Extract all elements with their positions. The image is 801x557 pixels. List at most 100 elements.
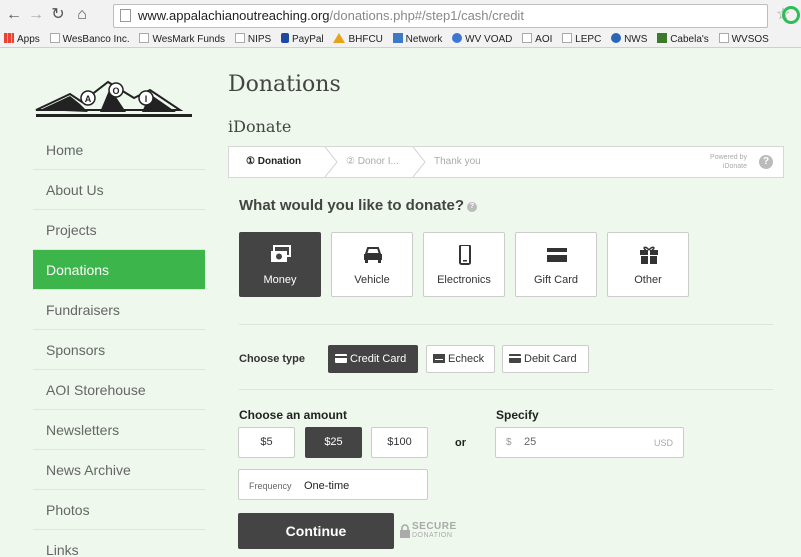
specify-amount-field[interactable]: $ USD	[495, 427, 684, 458]
donation-type-vehicle[interactable]: Vehicle	[331, 232, 413, 297]
sidebar-item-projects[interactable]: Projects	[33, 210, 205, 250]
donation-type-other[interactable]: Other	[607, 232, 689, 297]
bookmarks-bar: Apps WesBanco Inc. WesMark Funds NIPS Pa…	[0, 31, 801, 48]
step-donor-info[interactable]: ② Donor I...	[346, 147, 399, 177]
bookmark-aoi[interactable]: AOI	[522, 31, 552, 48]
gift-card-icon	[547, 248, 567, 262]
forward-icon[interactable]: →	[26, 5, 46, 25]
divider	[239, 389, 773, 390]
amount-5-button[interactable]: $5	[238, 427, 295, 458]
home-icon[interactable]: ⌂	[72, 5, 92, 25]
bookmark-nips[interactable]: NIPS	[234, 31, 271, 48]
page-title: Donations	[228, 72, 341, 97]
smartphone-icon	[459, 245, 471, 265]
step-separator-icon	[412, 147, 426, 177]
page-icon	[234, 33, 245, 43]
bookmark-wvvoad[interactable]: WV VOAD	[452, 31, 512, 48]
logo-letter-o: O	[112, 86, 119, 96]
aoi-logo[interactable]: A O I	[30, 72, 200, 124]
amount-100-button[interactable]: $100	[371, 427, 428, 458]
currency-unit: USD	[653, 438, 673, 448]
donation-type-money[interactable]: Money	[239, 232, 321, 297]
donation-type-gift-card[interactable]: Gift Card	[515, 232, 597, 297]
bookmark-nws[interactable]: NWS	[611, 31, 647, 48]
page-icon	[49, 33, 60, 43]
frequency-label: Frequency	[249, 481, 292, 491]
donation-type-label: Vehicle	[354, 274, 390, 286]
divider	[239, 324, 773, 325]
specify-label: Specify	[496, 408, 539, 422]
sidebar-item-donations[interactable]: Donations	[33, 250, 205, 290]
sidebar-item-photos[interactable]: Photos	[33, 490, 205, 530]
currency-symbol: $	[506, 437, 512, 448]
choose-amount-label: Choose an amount	[239, 408, 348, 422]
debit-card-button[interactable]: Debit Card	[502, 345, 589, 373]
specify-amount-input[interactable]	[524, 436, 614, 448]
step-separator-icon	[324, 147, 338, 177]
donation-type-label: Other	[634, 274, 662, 286]
bookmark-cabelas[interactable]: Cabela's	[657, 31, 709, 48]
step-thank-you[interactable]: Thank you	[434, 147, 481, 177]
page-icon	[522, 33, 533, 43]
sidebar-item-home[interactable]: Home	[33, 130, 205, 170]
credit-card-icon	[335, 354, 347, 363]
url-path: /donations.php#/step1/cash/credit	[329, 8, 524, 23]
page-icon	[718, 33, 729, 43]
bookmark-bhfcu[interactable]: BHFCU	[333, 31, 383, 48]
donate-question: What would you like to donate??	[239, 197, 477, 214]
triangle-icon	[333, 33, 346, 43]
continue-button[interactable]: Continue	[238, 513, 394, 549]
extension-icon[interactable]	[782, 6, 800, 24]
donation-type-label: Gift Card	[533, 274, 578, 286]
echeck-button[interactable]: Echeck	[426, 345, 495, 373]
question-help-icon[interactable]: ?	[467, 202, 477, 212]
sidebar-item-fundraisers[interactable]: Fundraisers	[33, 290, 205, 330]
bookmark-paypal[interactable]: PayPal	[280, 31, 324, 48]
check-icon	[433, 354, 445, 363]
reload-icon[interactable]: ↻	[48, 5, 68, 25]
bookmark-apps[interactable]: Apps	[4, 31, 40, 48]
nws-icon	[611, 33, 622, 43]
bookmark-lepc[interactable]: LEPC	[562, 31, 601, 48]
credit-card-button[interactable]: Credit Card	[328, 345, 418, 373]
donation-type-electronics[interactable]: Electronics	[423, 232, 505, 297]
sidebar-item-sponsors[interactable]: Sponsors	[33, 330, 205, 370]
amount-25-button[interactable]: $25	[305, 427, 362, 458]
bookmark-network[interactable]: Network	[392, 31, 442, 48]
page-scrollbar[interactable]	[795, 48, 801, 557]
apps-icon	[4, 33, 14, 43]
bookmark-wesbanco[interactable]: WesBanco Inc.	[49, 31, 130, 48]
page-icon	[562, 33, 573, 43]
sidebar-item-news-archive[interactable]: News Archive	[33, 450, 205, 490]
address-bar[interactable]: www.appalachianoutreaching.org/donations…	[113, 4, 768, 28]
powered-by[interactable]: Powered by iDonate	[701, 153, 747, 171]
sidebar-item-aoi-storehouse[interactable]: AOI Storehouse	[33, 370, 205, 410]
sidebar-item-links[interactable]: Links	[33, 530, 205, 557]
step-donation[interactable]: ① Donation	[246, 147, 301, 177]
gift-icon	[640, 246, 658, 264]
network-icon	[392, 33, 403, 43]
bookmark-wvsos[interactable]: WVSOS	[718, 31, 769, 48]
donation-steps: ① Donation ② Donor I... Thank you Powere…	[228, 146, 784, 178]
car-icon	[364, 247, 382, 263]
lock-icon	[400, 524, 410, 538]
sidebar-item-newsletters[interactable]: Newsletters	[33, 410, 205, 450]
debit-card-icon	[509, 354, 521, 363]
secure-donation-badge: SECURE DONATION	[400, 521, 462, 541]
sidebar-item-about-us[interactable]: About Us	[33, 170, 205, 210]
money-icon	[271, 245, 291, 262]
logo-letter-a: A	[85, 94, 92, 104]
donation-type-label: Electronics	[437, 274, 491, 286]
help-icon[interactable]: ?	[759, 155, 773, 169]
choose-type-label: Choose type	[239, 353, 306, 365]
bookmark-wesmark[interactable]: WesMark Funds	[139, 31, 225, 48]
frequency-select[interactable]: Frequency One-time	[238, 469, 428, 500]
donation-type-label: Money	[263, 274, 297, 286]
browser-toolbar: ← → ↻ ⌂ www.appalachianoutreaching.org/d…	[0, 0, 801, 31]
or-label: or	[455, 437, 466, 449]
globe-icon	[452, 33, 463, 43]
back-icon[interactable]: ←	[4, 5, 24, 25]
page-icon	[120, 9, 131, 22]
page-icon	[139, 33, 150, 43]
cabelas-icon	[657, 33, 668, 43]
